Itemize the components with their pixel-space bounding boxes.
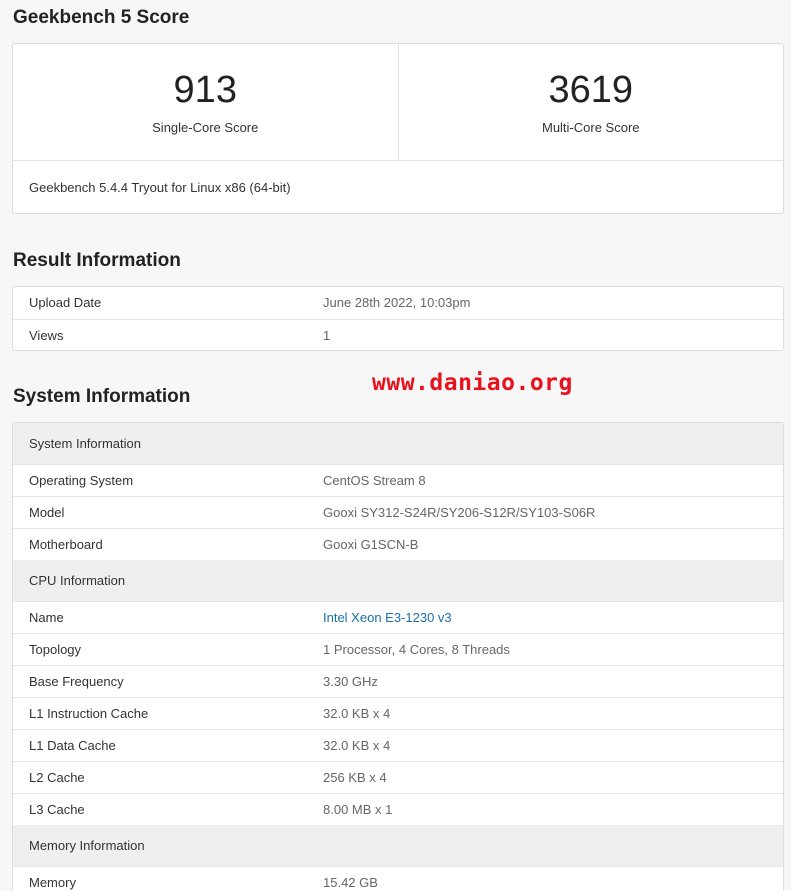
row-key: Model <box>29 504 65 520</box>
row-value: 32.0 KB x 4 <box>323 737 391 753</box>
system-section-title: System Information <box>13 386 191 407</box>
table-row: L1 Data Cache 32.0 KB x 4 <box>13 729 783 761</box>
table-row: Model Gooxi SY312-S24R/SY206-S12R/SY103-… <box>13 496 783 528</box>
multi-core-score: 3619 <box>548 69 634 111</box>
single-core-score: 913 <box>173 69 237 111</box>
row-value: Gooxi SY312-S24R/SY206-S12R/SY103-S06R <box>323 504 596 520</box>
page: Geekbench 5 Score 913 Single-Core Score … <box>0 0 791 891</box>
score-row: 913 Single-Core Score 3619 Multi-Core Sc… <box>13 44 783 161</box>
cpu-name-link[interactable]: Intel Xeon E3-1230 v3 <box>323 610 452 625</box>
row-key: Upload Date <box>29 295 102 311</box>
table-row: L3 Cache 8.00 MB x 1 <box>13 793 783 825</box>
system-table: System Information Operating System Cent… <box>13 423 783 891</box>
row-value: 32.0 KB x 4 <box>323 705 391 721</box>
row-value: 8.00 MB x 1 <box>323 801 393 817</box>
row-value: 256 KB x 4 <box>323 769 387 785</box>
result-section-title: Result Information <box>13 250 181 271</box>
row-key: L1 Instruction Cache <box>29 705 149 721</box>
score-card: 913 Single-Core Score 3619 Multi-Core Sc… <box>12 43 784 214</box>
result-table: Upload Date June 28th 2022, 10:03pm View… <box>13 287 783 351</box>
table-row: Base Frequency 3.30 GHz <box>13 665 783 697</box>
table-row: L2 Cache 256 KB x 4 <box>13 761 783 793</box>
group-header-label: System Information <box>29 435 141 451</box>
row-key: Views <box>29 327 64 343</box>
single-core-label: Single-Core Score <box>152 120 259 135</box>
multi-core-label: Multi-Core Score <box>541 120 640 135</box>
row-key: Base Frequency <box>29 673 124 689</box>
row-key: L2 Cache <box>29 769 85 785</box>
table-row: Views 1 <box>13 319 783 351</box>
row-key: Operating System <box>29 472 134 488</box>
row-value: 15.42 GB <box>323 874 378 890</box>
table-row: L1 Instruction Cache 32.0 KB x 4 <box>13 697 783 729</box>
group-header-label: CPU Information <box>29 572 126 588</box>
row-value: CentOS Stream 8 <box>323 472 426 488</box>
row-key: L1 Data Cache <box>29 737 116 753</box>
system-card: System Information Operating System Cent… <box>12 422 784 891</box>
group-header-system: System Information <box>13 423 783 464</box>
group-header-cpu: CPU Information <box>13 560 783 601</box>
single-core-cell: 913 Single-Core Score <box>13 44 398 160</box>
table-row: Operating System CentOS Stream 8 <box>13 464 783 496</box>
row-value: 1 Processor, 4 Cores, 8 Threads <box>323 641 510 657</box>
row-key: Motherboard <box>29 536 103 552</box>
row-value: 1 <box>323 327 331 343</box>
row-key: L3 Cache <box>29 801 85 817</box>
group-header-label: Memory Information <box>29 837 145 853</box>
score-section-title: Geekbench 5 Score <box>13 7 190 28</box>
result-card: Upload Date June 28th 2022, 10:03pm View… <box>12 286 784 351</box>
group-header-memory: Memory Information <box>13 825 783 866</box>
table-row: Upload Date June 28th 2022, 10:03pm <box>13 287 783 319</box>
row-key: Name <box>29 609 64 625</box>
row-value: Gooxi G1SCN-B <box>323 536 419 552</box>
table-row: Topology 1 Processor, 4 Cores, 8 Threads <box>13 633 783 665</box>
table-row: Memory 15.42 GB <box>13 866 783 891</box>
watermark-text: www.daniao.org <box>372 370 573 396</box>
table-row: Motherboard Gooxi G1SCN-B <box>13 528 783 560</box>
table-row: Name Intel Xeon E3-1230 v3 <box>13 601 783 633</box>
row-value: Intel Xeon E3-1230 v3 <box>322 601 783 633</box>
row-value: 3.30 GHz <box>323 673 378 689</box>
row-key: Topology <box>29 641 82 657</box>
geekbench-version: Geekbench 5.4.4 Tryout for Linux x86 (64… <box>29 180 291 195</box>
row-key: Memory <box>29 874 76 890</box>
row-value: June 28th 2022, 10:03pm <box>323 295 471 311</box>
multi-core-cell: 3619 Multi-Core Score <box>397 44 784 160</box>
